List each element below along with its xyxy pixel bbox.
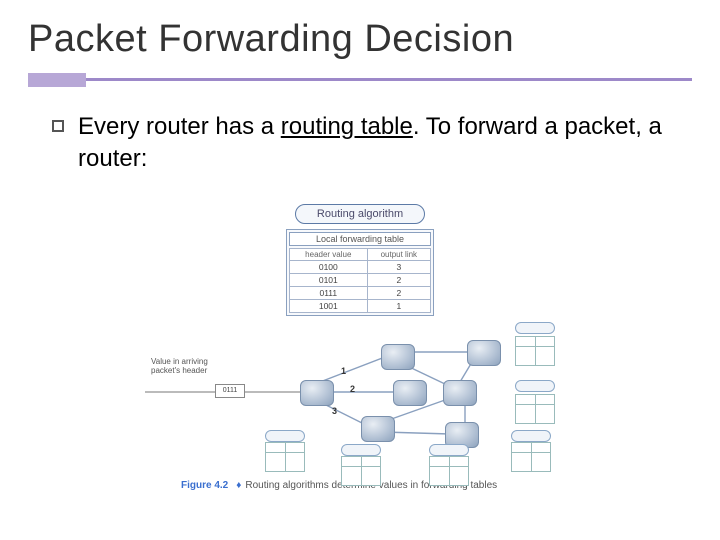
table-row: 01112 — [290, 286, 431, 299]
mini-algorithm-icon — [341, 444, 381, 456]
divider-accent-block — [28, 73, 86, 87]
network-diagram: Value in arriving packet's header 0111 1… — [145, 322, 575, 472]
table-row: 01012 — [290, 273, 431, 286]
port-label-1: 1 — [341, 366, 346, 376]
bullet-text-underlined: routing table — [281, 113, 413, 140]
mini-table-icon — [341, 456, 381, 486]
mini-table-icon — [515, 394, 555, 424]
mini-algorithm-icon — [515, 380, 555, 392]
bullet-text-pre: Every router has a — [78, 113, 281, 140]
forwarding-table-title: Local forwarding table — [289, 232, 431, 246]
mini-table-icon — [515, 336, 555, 366]
router-node — [361, 416, 395, 442]
forwarding-table: header value output link 01003 01012 011… — [289, 248, 431, 313]
divider-line — [86, 78, 692, 81]
table-row: 01003 — [290, 260, 431, 273]
routing-algorithm-box: Routing algorithm — [295, 204, 425, 224]
table-header-col2: output link — [367, 248, 430, 260]
bullet-text: Every router has a routing table. To for… — [78, 111, 692, 176]
forwarding-table-wrap: Local forwarding table header value outp… — [286, 229, 434, 316]
mini-algorithm-icon — [511, 430, 551, 442]
figure-number: Figure 4.2 — [181, 480, 228, 491]
port-label-2: 2 — [350, 384, 355, 394]
bullet-item: Every router has a routing table. To for… — [28, 111, 692, 176]
packet-header-box: 0111 — [215, 384, 245, 398]
figure: Routing algorithm Local forwarding table… — [145, 204, 575, 491]
caption-diamond-icon: ♦ — [236, 480, 241, 491]
port-label-3: 3 — [332, 406, 337, 416]
router-node — [381, 344, 415, 370]
table-header-row: header value output link — [290, 248, 431, 260]
mini-table-icon — [429, 456, 469, 486]
mini-algorithm-icon — [429, 444, 469, 456]
router-node — [300, 380, 334, 406]
mini-algorithm-icon — [265, 430, 305, 442]
router-node — [443, 380, 477, 406]
title-divider — [28, 71, 692, 89]
mini-algorithm-icon — [515, 322, 555, 334]
slide-title: Packet Forwarding Decision — [28, 18, 692, 61]
router-node — [393, 380, 427, 406]
figure-area: Routing algorithm Local forwarding table… — [28, 204, 692, 491]
slide: Packet Forwarding Decision Every router … — [0, 0, 720, 540]
mini-table-icon — [511, 442, 551, 472]
arriving-packet-label: Value in arriving packet's header — [151, 358, 208, 376]
table-row: 10011 — [290, 299, 431, 312]
mini-table-icon — [265, 442, 305, 472]
table-header-col1: header value — [290, 248, 368, 260]
bullet-marker-icon — [52, 120, 64, 132]
router-node — [467, 340, 501, 366]
